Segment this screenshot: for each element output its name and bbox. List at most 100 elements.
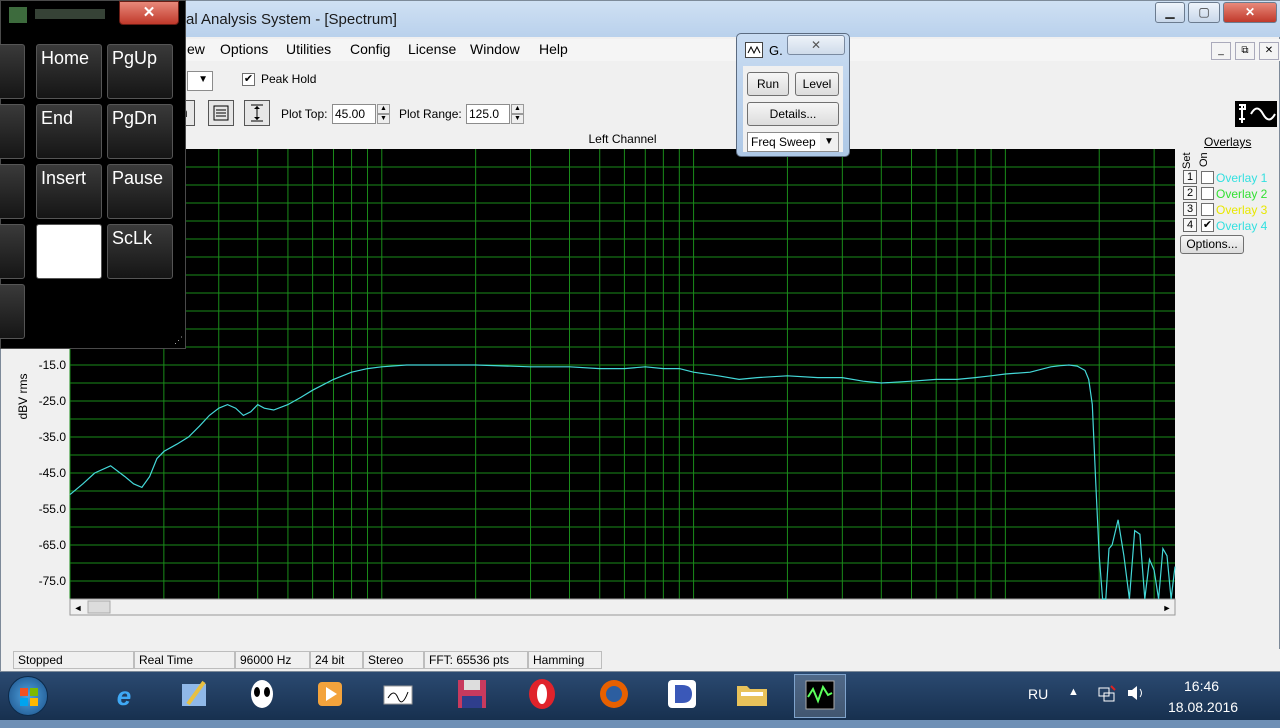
overlay-label-2[interactable]: Overlay 2 [1216,187,1267,201]
osk-key-blank-0[interactable] [0,44,25,99]
osk-key-pause[interactable]: Pause [107,164,173,219]
osk-key-el[interactable]: el [0,104,25,159]
menu-config[interactable]: Config [350,41,390,57]
alien-icon[interactable] [236,674,288,718]
network-icon[interactable] [1098,684,1116,705]
folder-icon[interactable] [726,674,778,718]
peak-hold-checkbox[interactable]: ✔ [242,73,255,86]
overlay-label-1[interactable]: Overlay 1 [1216,171,1267,185]
mdi-restore-button[interactable]: ⧉ [1235,42,1255,60]
chevron-down-icon: ▼ [820,133,838,151]
y-tick-label: -45.0 [39,466,67,480]
menu-utilities[interactable]: Utilities [286,41,331,57]
plot-top-down-button[interactable]: ▼ [377,114,390,124]
display-mode-select[interactable]: ▼ [187,71,213,91]
overlay-on-checkbox-2[interactable] [1201,187,1214,200]
opera-icon[interactable] [516,674,568,718]
overlay-options-button[interactable]: Options... [1180,235,1244,254]
start-orb-icon[interactable] [8,676,48,716]
overlay-set-button-3[interactable]: 3 [1183,202,1197,216]
osk-key-blank-10[interactable] [36,224,102,279]
osk-key-pgup[interactable]: PgUp [107,44,173,99]
x-tick-label: 60 [306,620,320,621]
spectrum-analyzer-icon[interactable] [794,674,846,718]
osk-key-sclk[interactable]: ScLk [107,224,173,279]
chevron-down-icon: ▼ [198,74,208,85]
overlay-on-checkbox-3[interactable] [1201,203,1214,216]
plot-range-down-button[interactable]: ▼ [511,114,524,124]
overlay-label-3[interactable]: Overlay 3 [1216,203,1267,217]
paint-brush-icon[interactable] [168,674,220,718]
overlay-set-button-1[interactable]: 1 [1183,170,1197,184]
keyboard-close-button[interactable]: ✕ [119,1,179,25]
osk-key-insert[interactable]: Insert [36,164,102,219]
mdi-close-button[interactable]: ✕ [1259,42,1279,60]
overlay-set-button-4[interactable]: 4 [1183,218,1197,232]
overlay-set-button-2[interactable]: 2 [1183,186,1197,200]
menu-help[interactable]: Help [539,41,568,57]
firefox-icon[interactable] [588,674,640,718]
resize-grip-icon[interactable]: ⋰ [174,335,183,346]
details-button[interactable]: Details... [747,102,839,126]
x-tick-label: 20.0k [1085,620,1115,621]
overlays-title[interactable]: Overlays [1204,135,1251,149]
signal-generator-button[interactable] [1235,101,1277,127]
auto-scale-button[interactable] [244,100,270,126]
status-bar: Stopped Real Time 96000 Hz 24 bit Stereo… [1,649,1280,671]
language-indicator[interactable]: RU [1028,686,1048,702]
maximize-button[interactable]: ▢ [1188,2,1220,23]
overlay-on-checkbox-1[interactable] [1201,171,1214,184]
generator-mode-select[interactable]: Freq Sweep ▼ [747,132,839,152]
floppy-disk-icon[interactable] [446,674,498,718]
show-hidden-icons-icon[interactable]: ▲ [1068,686,1079,698]
plot-top-up-button[interactable]: ▲ [377,104,390,114]
main-window: ral Analysis System - [Spectrum] ▁ ▢ ✕ e… [0,0,1280,672]
minimize-button[interactable]: ▁ [1155,2,1185,23]
overlay-label-4[interactable]: Overlay 4 [1216,219,1267,233]
osk-key-blank-6[interactable] [0,164,25,219]
x-tick-label: 600 [614,620,634,621]
y-tick-label: -25.0 [39,394,67,408]
clock-time[interactable]: 16:46 [1184,678,1219,694]
status-state: Stopped [13,651,134,669]
osk-key-end[interactable]: End [36,104,102,159]
media-player-icon[interactable] [304,674,356,718]
overlay-on-checkbox-4[interactable]: ✔ [1201,219,1214,232]
signature-icon[interactable] [372,674,424,718]
plot-range-label: Plot Range: [399,107,462,121]
legend-tool-button[interactable] [208,100,234,126]
on-screen-keyboard: ✕ HomePgUp elEndPgDnInsertPauseScLk ⋰ [0,0,186,349]
run-button[interactable]: Run [747,72,789,96]
mdi-minimize-button[interactable]: _ [1211,42,1231,60]
menu-options[interactable]: Options [220,41,268,57]
clock-date[interactable]: 18.08.2016 [1168,699,1238,715]
osk-key-blank-12[interactable] [0,284,25,339]
waveform-icon [1239,104,1276,123]
volume-icon[interactable] [1126,684,1146,705]
osk-key-blank-9[interactable] [0,224,25,279]
overlay-on-header: On [1198,152,1210,167]
list-icon [213,105,229,121]
level-button[interactable]: Level [795,72,839,96]
plot-range-input[interactable]: 125.0 [466,104,510,124]
plot-top-label: Plot Top: [281,107,328,121]
plot-range-up-button[interactable]: ▲ [511,104,524,114]
horizontal-scrollbar[interactable] [69,598,1176,616]
menu-window[interactable]: Window [470,41,520,57]
scroll-right-arrow-icon[interactable]: ► [1163,603,1172,613]
osk-key-pgdn[interactable]: PgDn [107,104,173,159]
osk-key-home[interactable]: Home [36,44,102,99]
d-app-icon[interactable] [656,674,708,718]
scroll-left-arrow-icon[interactable]: ◄ [74,603,83,613]
plot-top-input[interactable]: 45.00 [332,104,376,124]
y-tick-label: -75.0 [39,574,67,588]
generator-close-button[interactable]: ✕ [787,35,845,55]
overlay-set-header: Set [1181,152,1193,169]
x-tick-label: 400 [559,620,579,621]
close-button[interactable]: ✕ [1223,2,1277,23]
x-tick-label: 10.0k [991,620,1021,621]
menu-license[interactable]: License [408,41,456,57]
internet-explorer-icon[interactable]: e [98,674,150,718]
menu-view[interactable]: ew [187,41,205,57]
scrollbar-thumb[interactable] [87,600,111,614]
